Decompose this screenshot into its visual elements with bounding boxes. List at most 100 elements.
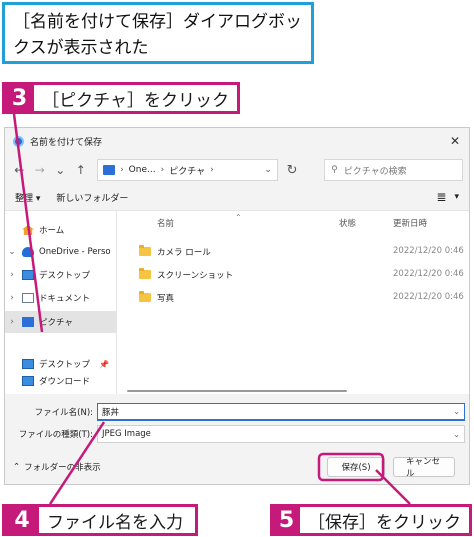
download-icon (22, 376, 34, 386)
save-form: ファイル名(N): 豚丼 ⌄ ファイルの種類(T): JPEG Image ⌄ (5, 394, 469, 450)
new-folder-button[interactable]: 新しいフォルダー (56, 191, 128, 204)
chevron-right-icon: › (210, 165, 214, 175)
breadcrumb-onedrive[interactable]: One... (129, 165, 156, 175)
caption-dialog-shown: ［名前を付けて保存］ダイアログボックスが表示された (2, 2, 314, 64)
step-text: ［保存］をクリック (308, 512, 461, 533)
command-bar: 整理 ▾ 新しいフォルダー ≣ ▾ (5, 186, 469, 208)
filetype-label: ファイルの種類(T): (18, 430, 93, 440)
column-header-name[interactable]: 名前 (157, 217, 174, 229)
sidebar-item-documents[interactable]: › ドキュメント (5, 287, 117, 309)
folder-icon (139, 268, 151, 279)
cloud-icon (22, 247, 34, 257)
sidebar-item-label: OneDrive - Perso (39, 247, 111, 257)
home-icon (22, 225, 34, 235)
column-headers: 名前 ⌃ 状態 更新日時 (117, 211, 469, 231)
pin-icon: 📌 (99, 359, 109, 369)
close-icon[interactable]: ✕ (441, 134, 469, 148)
dialog-footer: ⌃ フォルダーの非表示 保存(S) キャンセル (5, 450, 469, 484)
sidebar-item-label: デスクトップ (39, 271, 91, 281)
recent-locations-chevron-icon[interactable]: ⌄ (52, 163, 69, 177)
file-list: 名前 ⌃ 状態 更新日時 カメラ ロール 2022/12/20 0:46 スクリ… (117, 211, 469, 395)
cancel-button[interactable]: キャンセル (393, 457, 455, 479)
filetype-row: ファイルの種類(T): JPEG Image ⌄ (5, 424, 469, 444)
sidebar-item-label: ホーム (39, 226, 65, 236)
save-as-dialog: 名前を付けて保存 ✕ ← → ⌄ ↑ › One... › ピクチャ › ⌄ ↻… (4, 127, 470, 485)
filename-label: ファイル名(N): (34, 408, 93, 418)
file-name: スクリーンショット (157, 271, 234, 281)
list-item[interactable]: スクリーンショット 2022/12/20 0:46 (117, 264, 469, 286)
chevron-down-icon[interactable]: ▾ (454, 192, 459, 202)
callout-step-3: 3 ［ピクチャ］をクリック (2, 82, 240, 114)
refresh-icon[interactable]: ↻ (282, 163, 302, 178)
step-text: ファイル名を入力 (47, 512, 183, 533)
breadcrumb-pictures[interactable]: ピクチャ (169, 164, 205, 177)
document-icon (22, 293, 34, 303)
sort-caret-icon: ⌃ (235, 213, 242, 222)
sidebar-item-desktop[interactable]: › デスクトップ (5, 264, 117, 286)
view-options-icon[interactable]: ≣ (436, 190, 446, 204)
list-item[interactable]: カメラ ロール 2022/12/20 0:46 (117, 241, 469, 263)
hide-folders-label: フォルダーの非表示 (24, 463, 101, 473)
organize-button[interactable]: 整理 ▾ (15, 191, 40, 204)
callout-step-5: 5 ［保存］をクリック (270, 504, 472, 536)
chevron-down-icon[interactable]: ⌄ (453, 407, 460, 416)
sidebar-item-label: ダウンロード (39, 377, 91, 387)
filetype-select[interactable]: JPEG Image ⌄ (97, 425, 465, 443)
search-icon: ⚲ (331, 165, 338, 175)
browser-area: ホーム ⌄ OneDrive - Perso › デスクトップ › ドキュメント… (5, 210, 469, 395)
step-number: 3 (5, 85, 35, 111)
search-box[interactable]: ⚲ ピクチャの検索 (324, 159, 463, 181)
sidebar-item-quick-desktop[interactable]: デスクトップ 📌 (5, 353, 117, 375)
sidebar-item-label: ピクチャ (39, 318, 73, 328)
folder-icon (139, 291, 151, 302)
list-item[interactable]: 写真 2022/12/20 0:46 (117, 287, 469, 309)
filename-value: 豚丼 (102, 407, 120, 418)
pictures-folder-icon (103, 165, 116, 175)
desktop-icon (22, 270, 34, 280)
sidebar-item-label: デスクトップ (39, 360, 91, 370)
back-arrow-icon[interactable]: ← (11, 163, 28, 177)
forward-arrow-icon[interactable]: → (32, 163, 49, 177)
chevron-right-icon: › (160, 165, 165, 175)
title-bar: 名前を付けて保存 ✕ (5, 128, 469, 154)
chevron-right-icon[interactable]: › (5, 317, 19, 327)
sidebar-item-pictures[interactable]: › ピクチャ (5, 311, 117, 333)
file-name: 写真 (157, 294, 175, 304)
save-button[interactable]: 保存(S) (327, 457, 385, 477)
hide-folders-toggle[interactable]: ⌃ フォルダーの非表示 (13, 461, 101, 473)
step-number: 4 (5, 507, 39, 533)
step-number: 5 (273, 507, 300, 533)
chevron-right-icon[interactable]: › (5, 270, 19, 280)
sidebar-item-onedrive[interactable]: ⌄ OneDrive - Perso (5, 241, 117, 263)
file-date: 2022/12/20 0:46 (393, 292, 464, 302)
chevron-down-icon[interactable]: ⌄ (453, 430, 460, 439)
navigation-pane: ホーム ⌄ OneDrive - Perso › デスクトップ › ドキュメント… (5, 211, 117, 395)
picture-icon (22, 317, 34, 327)
file-date: 2022/12/20 0:46 (393, 246, 464, 256)
app-icon (13, 135, 24, 147)
filename-row: ファイル名(N): 豚丼 ⌄ (5, 402, 469, 422)
callout-step-4: 4 ファイル名を入力 (2, 504, 198, 536)
chevron-down-icon[interactable]: ⌄ (5, 247, 19, 257)
column-header-status[interactable]: 状態 (339, 217, 356, 229)
filetype-value: JPEG Image (102, 429, 151, 439)
sidebar-item-downloads[interactable]: ダウンロード (5, 373, 117, 389)
file-date: 2022/12/20 0:46 (393, 269, 464, 279)
sidebar-item-home[interactable]: ホーム (5, 219, 117, 241)
column-header-date[interactable]: 更新日時 (393, 217, 427, 229)
dialog-title: 名前を付けて保存 (30, 137, 103, 148)
search-placeholder: ピクチャの検索 (343, 166, 407, 177)
step-text: ［ピクチャ］をクリック (42, 90, 229, 111)
file-name: カメラ ロール (157, 248, 211, 258)
filename-input[interactable]: 豚丼 ⌄ (97, 403, 465, 421)
sidebar-item-label: ドキュメント (39, 294, 91, 304)
desktop-icon (22, 359, 34, 369)
chevron-up-icon: ⌃ (13, 462, 21, 472)
up-arrow-icon[interactable]: ↑ (73, 163, 90, 177)
folder-icon (139, 245, 151, 256)
chevron-right-icon: › (120, 165, 124, 175)
chevron-right-icon[interactable]: › (5, 293, 19, 303)
navigation-bar: ← → ⌄ ↑ › One... › ピクチャ › ⌄ ↻ ⚲ ピクチャの検索 (5, 154, 469, 186)
chevron-down-icon[interactable]: ⌄ (264, 165, 272, 175)
address-bar[interactable]: › One... › ピクチャ › ⌄ (97, 159, 278, 181)
